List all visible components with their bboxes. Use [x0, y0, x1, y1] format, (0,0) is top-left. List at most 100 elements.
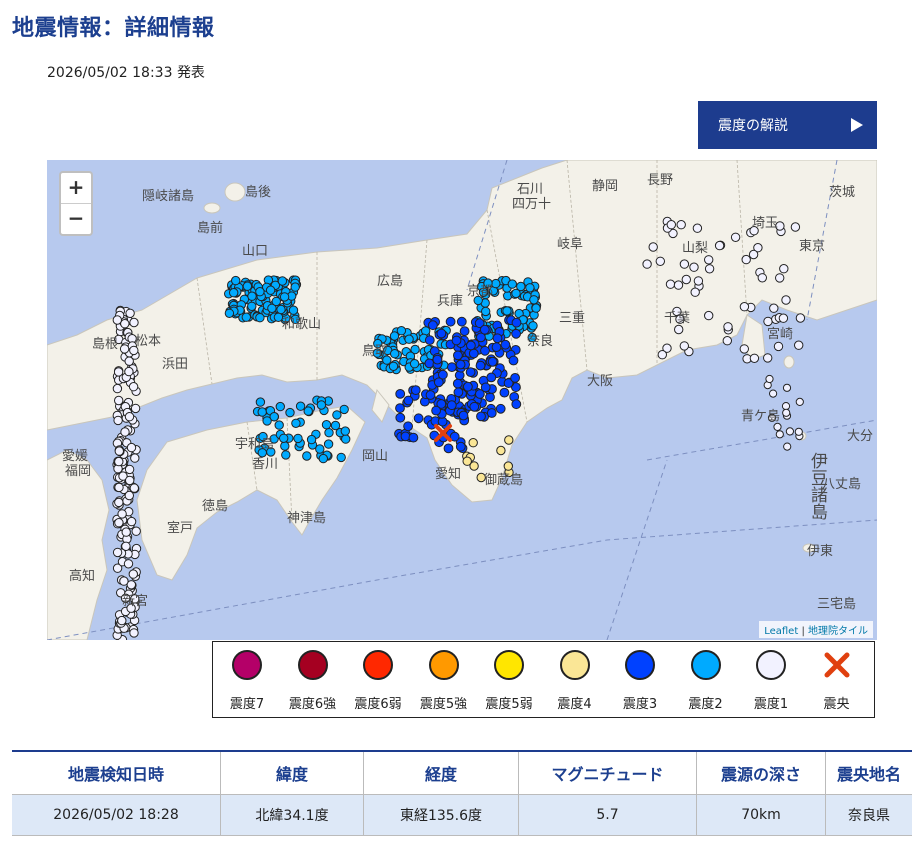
station-marker[interactable]	[124, 490, 135, 501]
station-marker[interactable]	[722, 336, 732, 346]
station-marker[interactable]	[773, 341, 784, 352]
station-marker[interactable]	[340, 426, 350, 436]
gsi-tiles-link[interactable]: 地理院タイル	[808, 626, 868, 637]
station-marker[interactable]	[479, 324, 490, 335]
station-marker[interactable]	[465, 367, 476, 378]
station-marker[interactable]	[241, 312, 252, 322]
station-marker[interactable]	[528, 321, 538, 331]
station-marker[interactable]	[476, 411, 486, 422]
station-marker[interactable]	[413, 413, 424, 424]
station-marker[interactable]	[128, 382, 139, 392]
station-marker[interactable]	[529, 295, 539, 305]
station-marker[interactable]	[395, 412, 406, 423]
station-marker[interactable]	[445, 316, 456, 327]
station-marker[interactable]	[255, 313, 265, 323]
station-marker[interactable]	[502, 306, 512, 316]
station-marker[interactable]	[681, 274, 691, 285]
station-marker[interactable]	[779, 264, 789, 274]
station-marker[interactable]	[480, 382, 491, 393]
station-marker[interactable]	[679, 341, 689, 351]
station-marker[interactable]	[480, 345, 490, 356]
station-marker[interactable]	[403, 421, 414, 432]
station-marker[interactable]	[481, 306, 491, 317]
station-marker[interactable]	[295, 401, 306, 411]
station-marker[interactable]	[303, 406, 313, 416]
station-marker[interactable]	[242, 281, 253, 291]
station-marker[interactable]	[783, 442, 792, 451]
station-marker[interactable]	[130, 403, 141, 414]
station-marker[interactable]	[500, 339, 511, 350]
station-marker[interactable]	[462, 456, 472, 466]
station-marker[interactable]	[276, 304, 286, 315]
station-marker[interactable]	[487, 356, 498, 367]
station-marker[interactable]	[121, 527, 131, 537]
station-marker[interactable]	[433, 377, 444, 388]
station-marker[interactable]	[714, 240, 725, 251]
station-marker[interactable]	[456, 316, 467, 327]
station-marker[interactable]	[281, 450, 291, 460]
station-marker[interactable]	[120, 427, 130, 437]
station-marker[interactable]	[255, 397, 266, 407]
station-marker[interactable]	[781, 402, 791, 411]
station-marker[interactable]	[503, 461, 513, 471]
station-marker[interactable]	[730, 232, 741, 243]
station-marker[interactable]	[778, 313, 789, 323]
station-marker[interactable]	[466, 340, 476, 351]
station-marker[interactable]	[679, 259, 690, 269]
station-marker[interactable]	[689, 262, 699, 272]
station-marker[interactable]	[693, 276, 704, 286]
shindo-explanation-button[interactable]: 震度の解説	[698, 101, 877, 149]
station-marker[interactable]	[491, 342, 502, 353]
station-marker[interactable]	[525, 283, 535, 293]
station-marker[interactable]	[277, 276, 288, 286]
station-marker[interactable]	[321, 420, 332, 430]
station-marker[interactable]	[112, 383, 123, 394]
station-marker[interactable]	[458, 410, 469, 421]
station-marker[interactable]	[511, 328, 522, 339]
station-marker[interactable]	[741, 254, 751, 265]
station-marker[interactable]	[403, 395, 414, 406]
station-marker[interactable]	[129, 317, 139, 328]
station-marker[interactable]	[790, 222, 801, 232]
station-marker[interactable]	[739, 344, 749, 354]
station-marker[interactable]	[425, 390, 436, 400]
station-marker[interactable]	[704, 310, 714, 321]
station-marker[interactable]	[463, 381, 473, 392]
station-marker[interactable]	[510, 373, 521, 383]
station-marker[interactable]	[455, 359, 466, 370]
seismic-intensity-map[interactable]: 隠岐諸島 島後 島前 石川 岐阜 埼玉 茨城 山梨 東京 千葉 静岡 長野 松本 島根 浜田 広島 山口 鳥取 兵庫…	[47, 160, 877, 640]
station-marker[interactable]	[125, 475, 135, 486]
zoom-in-button[interactable]: +	[61, 173, 91, 203]
station-marker[interactable]	[114, 482, 124, 493]
station-marker[interactable]	[119, 344, 130, 354]
station-marker[interactable]	[291, 418, 301, 428]
station-marker[interactable]	[124, 464, 135, 475]
station-marker[interactable]	[507, 279, 517, 289]
station-marker[interactable]	[269, 412, 279, 422]
station-marker[interactable]	[769, 389, 778, 398]
station-marker[interactable]	[124, 356, 134, 366]
station-marker[interactable]	[452, 378, 463, 389]
station-marker[interactable]	[396, 326, 407, 336]
station-marker[interactable]	[485, 392, 495, 403]
station-marker[interactable]	[315, 444, 325, 454]
station-marker[interactable]	[271, 296, 282, 307]
station-marker[interactable]	[339, 404, 349, 415]
station-marker[interactable]	[112, 547, 123, 558]
station-marker[interactable]	[113, 415, 123, 426]
station-marker[interactable]	[130, 453, 140, 463]
station-marker[interactable]	[499, 387, 510, 398]
station-marker[interactable]	[676, 219, 686, 230]
leaflet-link[interactable]: Leaflet	[764, 626, 798, 637]
station-marker[interactable]	[332, 410, 342, 420]
station-marker[interactable]	[279, 433, 289, 443]
station-marker[interactable]	[763, 353, 773, 363]
station-marker[interactable]	[690, 287, 700, 297]
station-marker[interactable]	[395, 403, 405, 414]
station-marker[interactable]	[468, 348, 479, 359]
station-marker[interactable]	[112, 315, 123, 325]
station-marker[interactable]	[511, 399, 522, 410]
station-marker[interactable]	[455, 441, 466, 452]
station-marker[interactable]	[459, 326, 470, 337]
station-marker[interactable]	[451, 335, 462, 346]
